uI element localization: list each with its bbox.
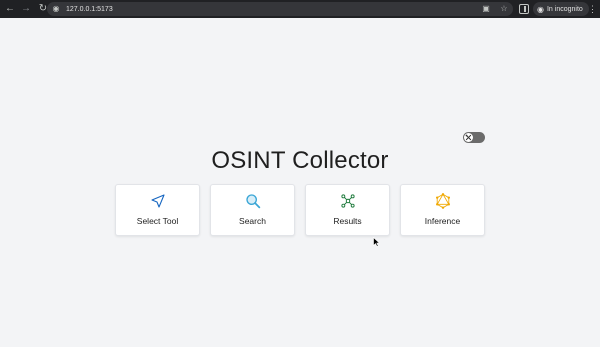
mouse-cursor-icon [373, 237, 381, 247]
browser-menu-icon[interactable]: ⋮ [588, 3, 597, 15]
graphql-icon [435, 193, 450, 209]
card-inference[interactable]: Inference [400, 184, 485, 236]
card-label: Results [333, 216, 362, 226]
send-icon [150, 194, 165, 208]
bookmark-star-icon[interactable]: ☆ [499, 4, 509, 14]
graph-icon [340, 194, 355, 208]
side-panel-icon[interactable] [519, 4, 529, 14]
forward-arrow-icon[interactable]: → [19, 2, 33, 16]
theme-toggle-knob [464, 133, 473, 142]
card-label: Select Tool [136, 216, 179, 226]
page-title: OSINT Collector [211, 147, 389, 174]
browser-toolbar: ← → ↻ ◉ 127.0.0.1:5173 ▣ ☆ ◉ In incognit… [0, 0, 600, 18]
incognito-badge[interactable]: ◉ In incognito [533, 2, 589, 16]
translate-icon[interactable]: ▣ [481, 4, 491, 14]
card-label: Search [239, 216, 266, 226]
card-results[interactable]: Results [305, 184, 390, 236]
incognito-label: In incognito [546, 5, 583, 13]
card-label: Inference [424, 216, 461, 226]
tools-icon [465, 134, 472, 141]
search-icon [245, 194, 260, 209]
incognito-icon: ◉ [537, 4, 544, 14]
site-info-icon[interactable]: ◉ [51, 4, 61, 14]
card-search[interactable]: Search [210, 184, 295, 236]
url-text[interactable]: 127.0.0.1:5173 [66, 6, 113, 13]
theme-toggle[interactable] [463, 132, 485, 143]
back-arrow-icon[interactable]: ← [3, 2, 17, 16]
card-select-tool[interactable]: Select Tool [115, 184, 200, 236]
address-bar[interactable]: ◉ 127.0.0.1:5173 ▣ ☆ [47, 2, 513, 16]
